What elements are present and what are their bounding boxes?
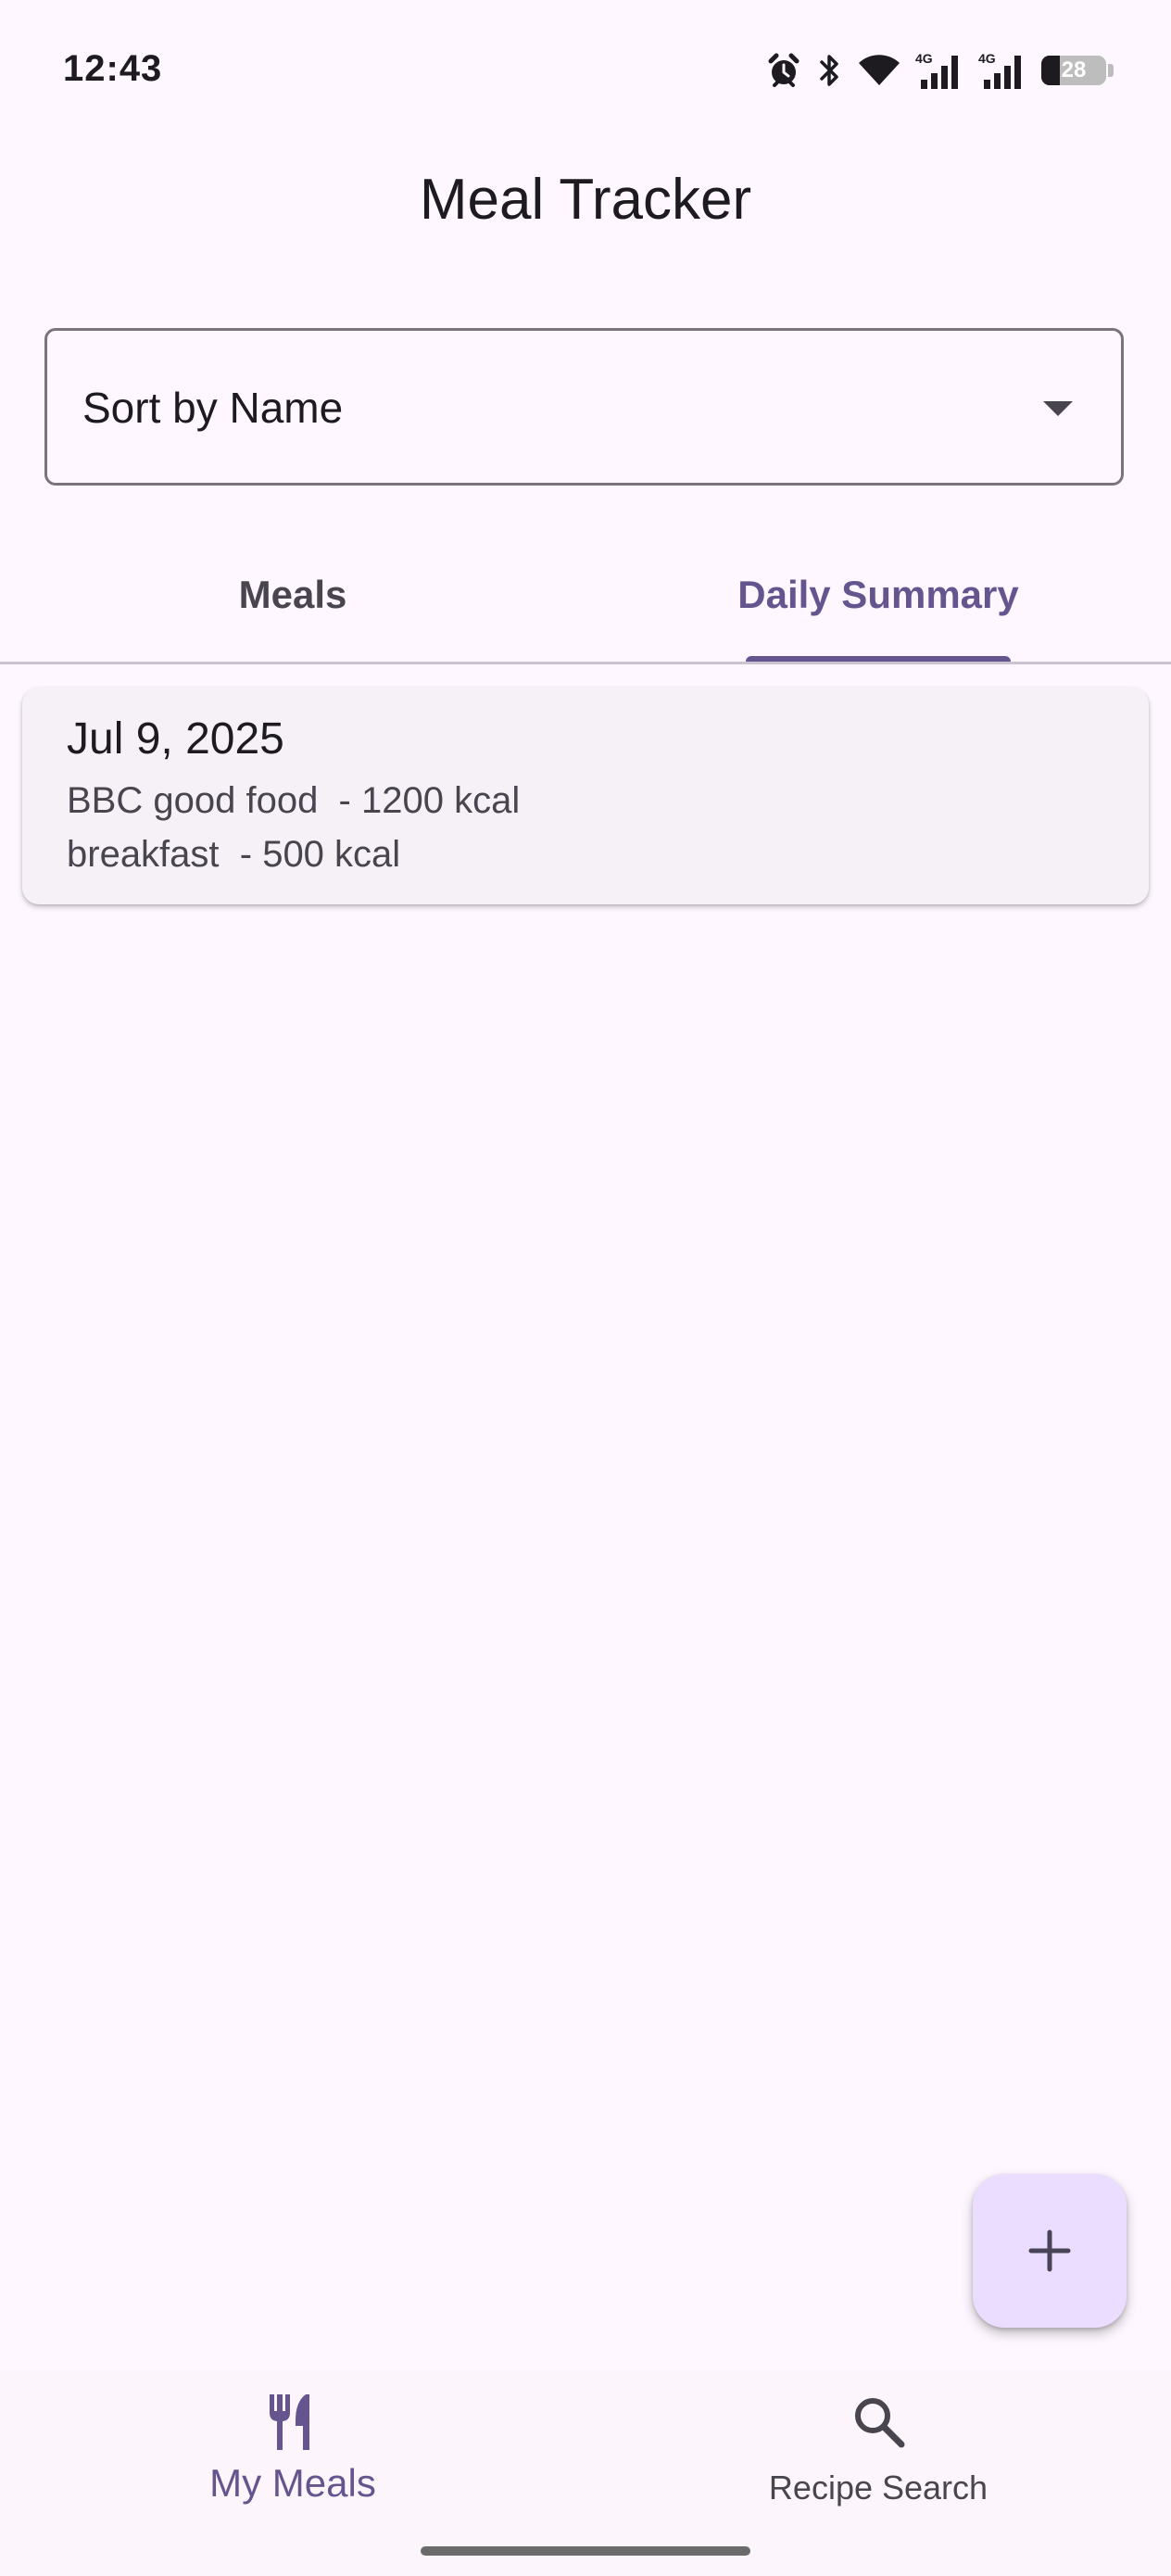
home-indicator[interactable]	[421, 2546, 750, 2556]
sort-dropdown[interactable]: Sort by Name	[44, 328, 1124, 486]
search-icon	[586, 2393, 1171, 2459]
alarm-icon	[765, 52, 802, 89]
page-title: Meal Tracker	[419, 168, 752, 232]
battery-fill	[1041, 56, 1060, 85]
status-bar: 12:43 4G 4G 28	[0, 0, 1171, 139]
status-time: 12:43	[63, 48, 163, 89]
nav-item-my-meals[interactable]: My Meals	[0, 2370, 586, 2546]
add-meal-button[interactable]	[973, 2174, 1127, 2328]
tab-daily-summary[interactable]: Daily Summary	[586, 528, 1171, 663]
restaurant-icon	[0, 2393, 586, 2459]
nav-item-recipe-search[interactable]: Recipe Search	[586, 2370, 1171, 2546]
battery-icon: 28	[1041, 56, 1106, 85]
signal-label: 4G	[978, 51, 996, 66]
daily-summary-card: Jul 9, 2025 BBC good food - 1200 kcal br…	[22, 688, 1149, 904]
battery-level: 28	[1061, 57, 1087, 82]
tab-bar: Meals Daily Summary	[0, 528, 1171, 663]
sort-selected-value: Sort by Name	[82, 384, 344, 432]
tab-label: Meals	[238, 573, 347, 616]
tab-label: Daily Summary	[737, 573, 1019, 616]
nav-label: Recipe Search	[768, 2469, 988, 2507]
summary-meal-entry: BBC good food - 1200 kcal	[67, 780, 521, 821]
nav-label: My Meals	[209, 2461, 376, 2505]
battery-tip	[1108, 64, 1114, 77]
dropdown-arrow-icon	[1043, 401, 1073, 416]
status-icons: 4G 4G 28	[765, 48, 1114, 93]
bottom-navigation: My Meals Recipe Search	[0, 2370, 1171, 2576]
signal-4g-icon: 4G	[978, 50, 1028, 91]
summary-date: Jul 9, 2025	[67, 714, 284, 764]
summary-meal-entry: breakfast - 500 kcal	[67, 834, 401, 875]
bluetooth-icon	[815, 52, 843, 89]
wifi-icon	[856, 52, 902, 89]
add-icon	[1028, 2229, 1071, 2272]
tab-meals[interactable]: Meals	[0, 528, 586, 663]
tabs-divider	[0, 662, 1171, 664]
signal-label: 4G	[915, 51, 933, 66]
signal-4g-icon: 4G	[915, 50, 965, 91]
